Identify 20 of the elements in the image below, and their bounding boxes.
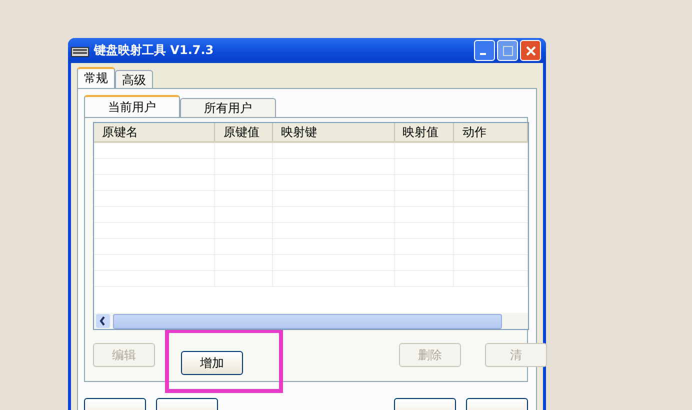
column-header[interactable]: 映射值 — [394, 123, 454, 141]
keyboard-icon — [71, 44, 89, 56]
column-header[interactable]: 原键值 — [215, 123, 274, 141]
column-header[interactable]: 映射键 — [273, 123, 395, 141]
scroll-left-icon[interactable] — [96, 314, 110, 328]
tab[interactable]: 当前用户 — [84, 95, 180, 117]
tab[interactable]: 常规 — [77, 67, 115, 88]
window-title: 键盘映射工具 V1.7.3 — [94, 42, 214, 59]
tab[interactable]: 所有用户 — [180, 98, 276, 117]
tab[interactable]: 高级 — [115, 70, 153, 88]
maximize-button[interactable] — [497, 40, 518, 61]
minimize-button[interactable] — [474, 40, 495, 61]
column-header[interactable]: 动作 — [454, 123, 528, 141]
close-button[interactable] — [520, 40, 541, 61]
horizontal-scrollbar[interactable] — [94, 313, 528, 329]
action-button[interactable]: 增加 — [181, 351, 243, 375]
column-header[interactable]: 原键名 — [94, 123, 216, 141]
maximize-icon — [502, 46, 512, 56]
minimize-icon — [480, 52, 486, 54]
close-icon — [526, 46, 536, 56]
